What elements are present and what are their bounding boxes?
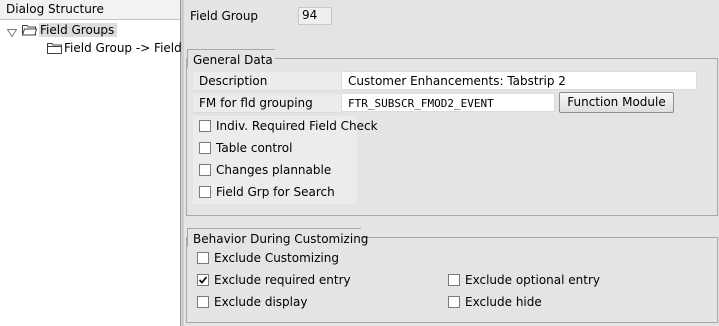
checkbox-label: Changes plannable bbox=[216, 163, 332, 177]
general-data-title: General Data bbox=[187, 49, 275, 68]
checkmark-icon bbox=[198, 276, 208, 284]
checkbox[interactable] bbox=[197, 296, 209, 308]
exclude-display-checkbox[interactable]: Exclude display bbox=[197, 293, 307, 311]
fm-grouping-label: FM for fld grouping bbox=[193, 94, 341, 113]
exclude-customizing-checkbox[interactable]: Exclude Customizing bbox=[197, 249, 339, 267]
exclude-optional-entry-checkbox[interactable]: Exclude optional entry bbox=[448, 271, 600, 289]
dialog-structure-title: Dialog Structure bbox=[0, 0, 180, 20]
field-group-value: 94 bbox=[298, 7, 332, 25]
function-module-button[interactable]: Function Module bbox=[559, 92, 674, 113]
checkbox-label: Exclude hide bbox=[465, 295, 542, 309]
general-data-group: General Data Description Customer Enhanc… bbox=[186, 49, 718, 216]
dialog-structure-panel: Dialog Structure Field Groups Field Grou… bbox=[0, 0, 188, 326]
table-control-checkbox[interactable]: Table control bbox=[199, 139, 292, 157]
tree-item-label: Field Group -> Fields bbox=[64, 40, 189, 55]
folder-open-icon bbox=[21, 24, 38, 36]
checkbox-label: Exclude optional entry bbox=[465, 273, 600, 287]
exclude-required-entry-checkbox[interactable]: Exclude required entry bbox=[197, 271, 351, 289]
detail-area: Field Group 94 General Data Description … bbox=[184, 0, 719, 326]
checkbox-checked[interactable] bbox=[197, 274, 209, 286]
checkbox[interactable] bbox=[199, 142, 211, 154]
checkbox-label: Table control bbox=[216, 141, 293, 155]
behavior-customizing-title: Behavior During Customizing bbox=[187, 228, 368, 247]
changes-plannable-checkbox[interactable]: Changes plannable bbox=[199, 161, 331, 179]
checkbox[interactable] bbox=[199, 120, 211, 132]
exclude-hide-checkbox[interactable]: Exclude hide bbox=[448, 293, 542, 311]
checkbox-label: Exclude Customizing bbox=[214, 251, 339, 265]
field-grp-for-search-checkbox[interactable]: Field Grp for Search bbox=[199, 183, 335, 201]
checkbox-label: Indiv. Required Field Check bbox=[216, 119, 378, 133]
description-value: Customer Enhancements: Tabstrip 2 bbox=[341, 71, 697, 90]
field-group-label: Field Group bbox=[190, 9, 259, 23]
general-data-body: Description Customer Enhancements: Tabst… bbox=[189, 70, 715, 212]
checkbox[interactable] bbox=[448, 274, 460, 286]
checkbox[interactable] bbox=[199, 164, 211, 176]
checkbox[interactable] bbox=[199, 186, 211, 198]
checkbox[interactable] bbox=[197, 252, 209, 264]
checkbox-label: Field Grp for Search bbox=[216, 185, 335, 199]
checkbox-label: Exclude required entry bbox=[214, 273, 351, 287]
tree-item-field-group-fields[interactable]: Field Group -> Fields bbox=[47, 39, 188, 56]
expand-triangle-icon[interactable] bbox=[6, 26, 18, 37]
tree-item-label: Field Groups bbox=[39, 22, 118, 37]
behavior-customizing-group: Behavior During Customizing Exclude Cust… bbox=[186, 228, 718, 323]
description-label: Description bbox=[193, 72, 341, 91]
tree-item-field-groups[interactable]: Field Groups bbox=[6, 21, 118, 38]
folder-icon bbox=[47, 42, 62, 54]
checkbox-label: Exclude display bbox=[214, 295, 308, 309]
fm-grouping-field[interactable]: FTR_SUBSCR_FMOD2_EVENT bbox=[341, 93, 555, 112]
indiv-required-field-check[interactable]: Indiv. Required Field Check bbox=[199, 117, 378, 135]
checkbox[interactable] bbox=[448, 296, 460, 308]
